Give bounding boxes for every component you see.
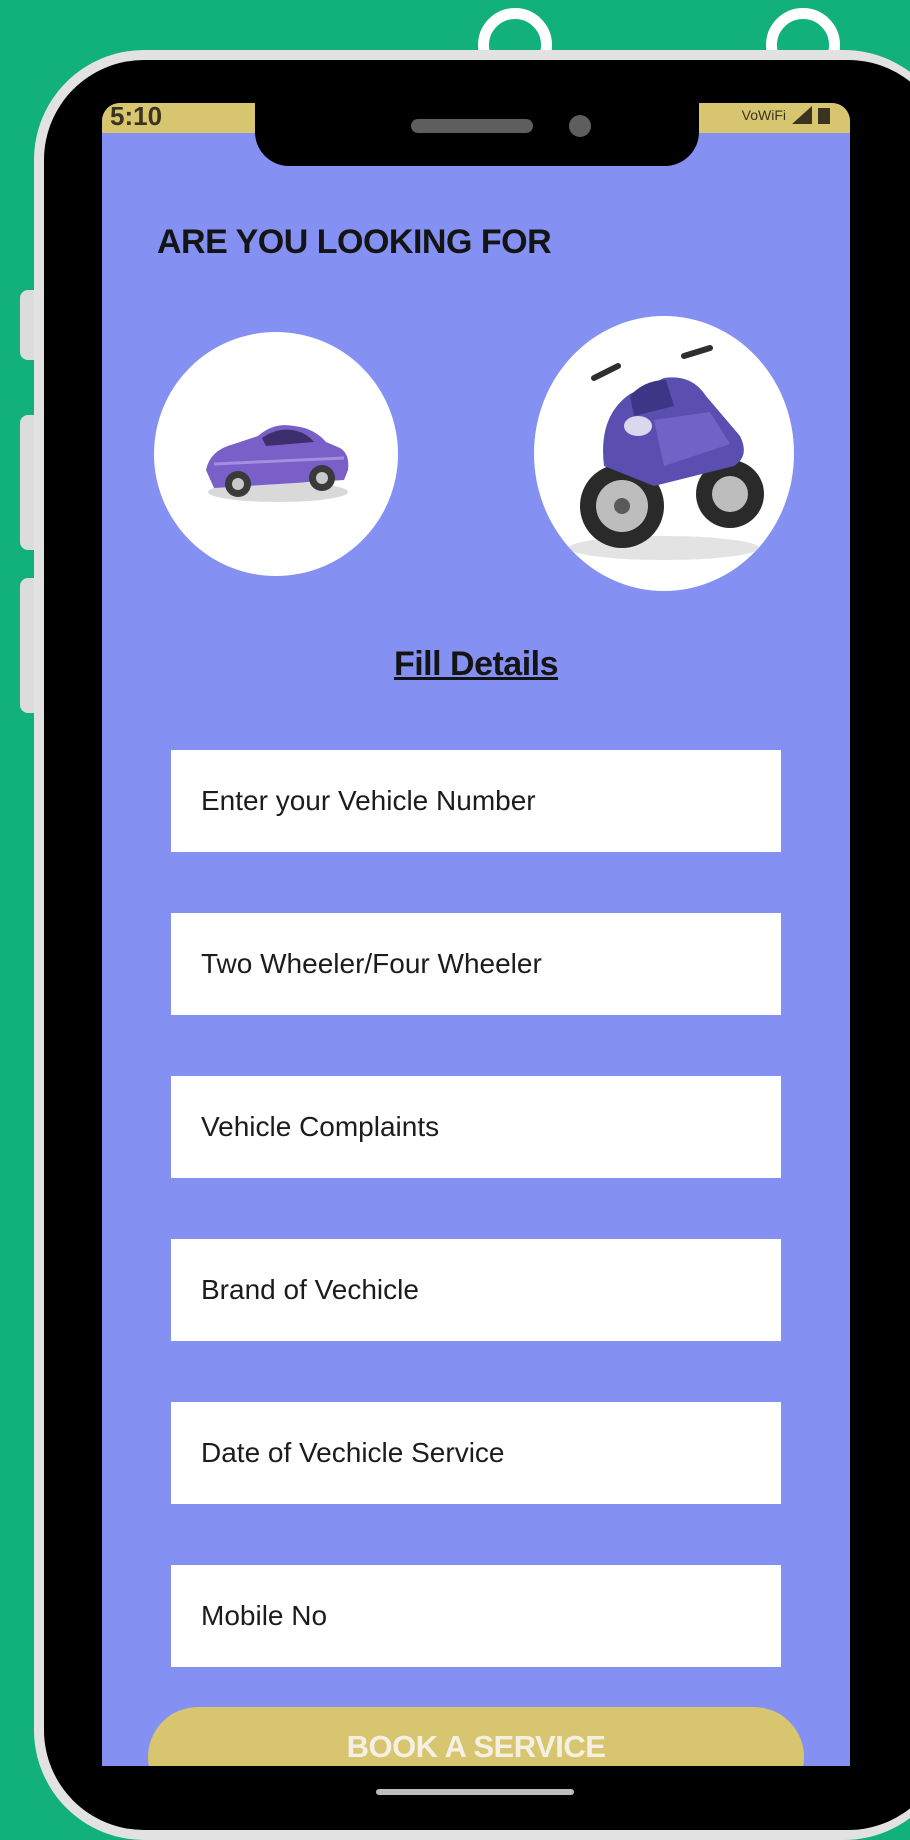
mobile-number-input[interactable] xyxy=(171,1565,781,1667)
speaker-grille xyxy=(411,119,533,133)
app-screen: 5:10 VoWiFi ARE YOU LOOKING FOR Fill Det… xyxy=(102,103,850,1766)
vehicle-number-input[interactable] xyxy=(171,750,781,852)
phone-notch xyxy=(255,92,699,166)
vehicle-complaints-input[interactable] xyxy=(171,1076,781,1178)
vehicle-type-input[interactable] xyxy=(171,913,781,1015)
motorcycle-icon xyxy=(569,345,764,560)
book-service-button[interactable]: BOOK A SERVICE xyxy=(148,1707,804,1766)
home-indicator[interactable] xyxy=(376,1789,574,1795)
battery-icon xyxy=(818,108,830,124)
car-option[interactable] xyxy=(154,332,398,576)
signal-icon xyxy=(792,106,812,124)
page-title: ARE YOU LOOKING FOR xyxy=(157,223,552,261)
vehicle-brand-input[interactable] xyxy=(171,1239,781,1341)
motorcycle-option[interactable] xyxy=(534,316,794,591)
fill-details-heading: Fill Details xyxy=(393,645,559,683)
car-icon xyxy=(206,425,349,502)
status-time: 5:10 xyxy=(110,103,163,131)
wifi-calling-label: VoWiFi xyxy=(741,107,786,123)
status-icons: VoWiFi xyxy=(742,106,830,124)
service-date-input[interactable] xyxy=(171,1402,781,1504)
front-camera xyxy=(569,115,591,137)
